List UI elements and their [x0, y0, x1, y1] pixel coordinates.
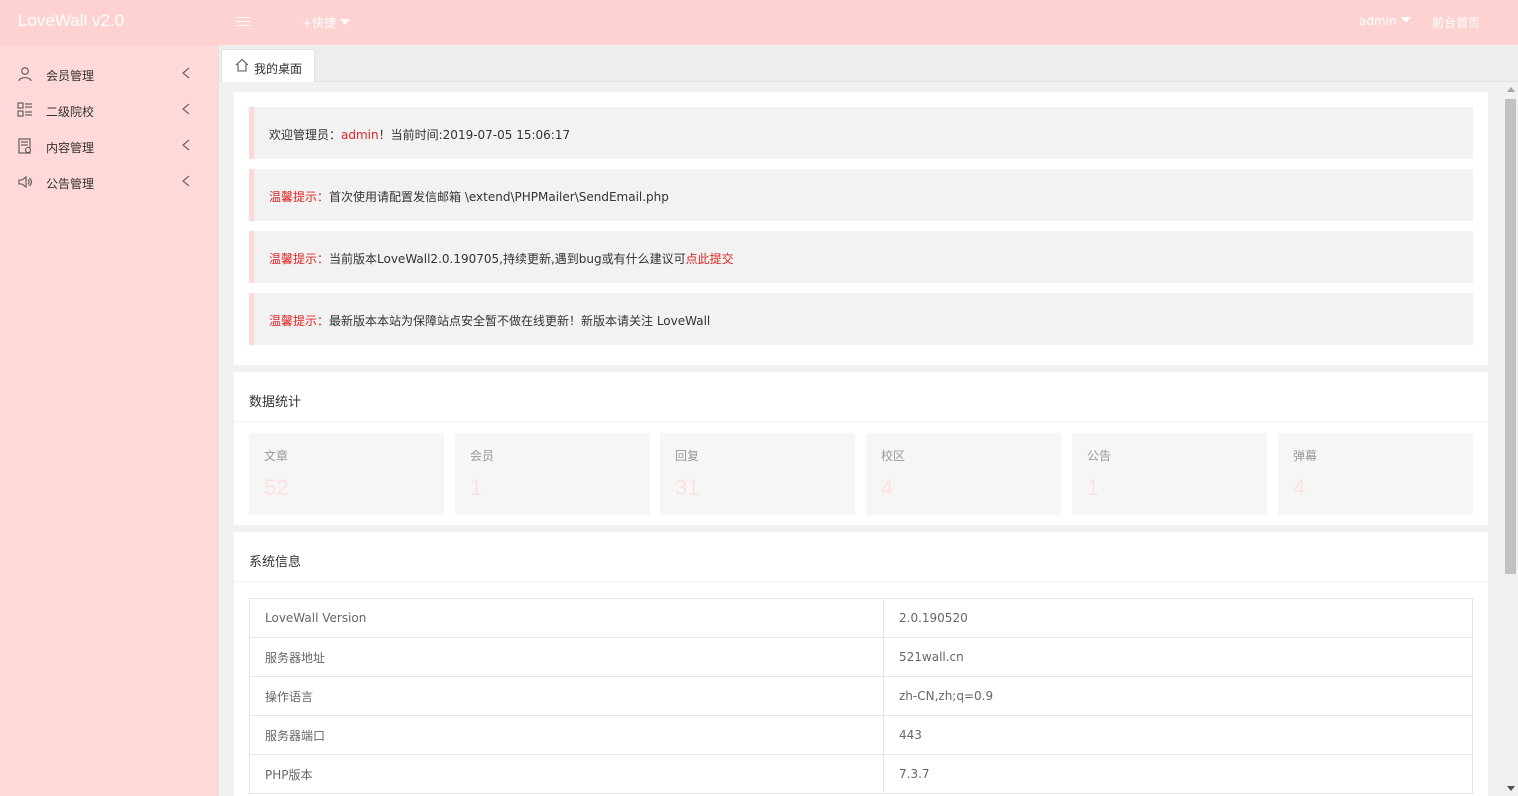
scrollbar-thumb[interactable]: [1505, 99, 1516, 574]
table-key: LoveWall Version: [249, 598, 884, 638]
home-icon: [235, 58, 249, 72]
table-row: 操作语言 zh-CN,zh;q=0.9: [249, 676, 1473, 716]
sidebar-item-members[interactable]: 会员管理: [0, 56, 219, 92]
stat-value: 1: [470, 475, 483, 500]
sidebar-item-content[interactable]: 内容管理: [0, 128, 219, 164]
stat-label: 弹幕: [1293, 449, 1318, 463]
welcome-prefix: 欢迎管理员：: [269, 128, 342, 142]
sidebar-item-label: 公告管理: [46, 177, 95, 191]
stat-label: 会员: [470, 449, 495, 463]
vertical-scrollbar[interactable]: [1503, 82, 1518, 796]
speaker-icon: [18, 175, 32, 189]
chevron-left-icon: [182, 67, 190, 79]
tab-label: 我的桌面: [254, 62, 303, 76]
table-value: 7.3.7: [883, 754, 1473, 794]
table-row: LoveWall Version 2.0.190520: [249, 598, 1473, 638]
stat-tile-announcements[interactable]: 公告 1: [1072, 433, 1267, 515]
tip-body: 最新版本本站为保障站点安全暂不做在线更新！新版本请关注 LoveWall: [329, 314, 711, 328]
tab-my-desktop[interactable]: 我的桌面: [221, 49, 315, 82]
tip-text: 温馨提示：首次使用请配置发信邮箱 \extend\PHPMailer\SendE…: [269, 188, 669, 205]
stat-label: 公告: [1087, 449, 1112, 463]
table-value: 521wall.cn: [883, 637, 1473, 677]
stat-value: 31: [675, 475, 700, 500]
chevron-left-icon: [182, 175, 190, 187]
front-page-link[interactable]: 前台首页: [1432, 14, 1480, 31]
menu-toggle-icon[interactable]: [236, 17, 250, 28]
chevron-down-icon: [1400, 17, 1411, 23]
table-value: zh-CN,zh;q=0.9: [883, 676, 1473, 716]
stat-value: 4: [881, 475, 894, 500]
list-icon: [17, 102, 32, 117]
system-info-card: 系统信息 LoveWall Version 2.0.190520 服务器地址 5…: [234, 532, 1488, 796]
sidebar-item-announcements[interactable]: 公告管理: [0, 164, 219, 200]
welcome-notice: 欢迎管理员：admin！当前时间:2019-07-05 15:06:17: [249, 107, 1473, 159]
stat-tile-replies[interactable]: 回复 31: [660, 433, 855, 515]
stat-value: 52: [264, 475, 289, 500]
welcome-text: 欢迎管理员：admin！当前时间:2019-07-05 15:06:17: [269, 126, 570, 143]
tip-body: 当前版本LoveWall2.0.190705,持续更新,遇到bug或有什么建议可: [329, 252, 686, 266]
stats-title: 数据统计: [249, 395, 302, 410]
table-row: 服务器地址 521wall.cn: [249, 637, 1473, 677]
table-key: 服务器地址: [249, 637, 884, 677]
tip-text: 温馨提示：当前版本LoveWall2.0.190705,持续更新,遇到bug或有…: [269, 250, 734, 267]
system-title: 系统信息: [249, 555, 302, 570]
tip-tag: 温馨提示：: [269, 314, 330, 328]
table-row: 服务器端口 443: [249, 715, 1473, 755]
stat-label: 校区: [881, 449, 906, 463]
app-logo[interactable]: LoveWall v2.0: [18, 11, 124, 31]
sidebar: 会员管理 二级院校 内容管理 公告管理: [0, 45, 219, 796]
system-info-table: LoveWall Version 2.0.190520 服务器地址 521wal…: [249, 598, 1473, 794]
admin-menu-label: admin: [1359, 14, 1397, 28]
chevron-left-icon: [182, 139, 190, 151]
notice-card: 欢迎管理员：admin！当前时间:2019-07-05 15:06:17 温馨提…: [234, 92, 1488, 365]
scroll-down-icon[interactable]: [1507, 786, 1515, 791]
admin-menu[interactable]: admin: [1359, 14, 1411, 28]
table-value: 2.0.190520: [883, 598, 1473, 638]
top-header: LoveWall v2.0 +快捷 admin 前台首页: [0, 0, 1518, 45]
tip-text: 温馨提示：最新版本本站为保障站点安全暂不做在线更新！新版本请关注 LoveWal…: [269, 312, 710, 329]
table-key: 操作语言: [249, 676, 884, 716]
welcome-user: admin: [341, 128, 379, 142]
chevron-down-icon: [340, 19, 351, 25]
tip-notice: 温馨提示：最新版本本站为保障站点安全暂不做在线更新！新版本请关注 LoveWal…: [249, 293, 1473, 345]
quick-menu-label: +快捷: [302, 16, 337, 30]
system-card-header: 系统信息: [234, 532, 1488, 582]
sidebar-item-label: 内容管理: [46, 141, 95, 155]
stats-card-header: 数据统计: [234, 372, 1488, 422]
stat-value: 1: [1087, 475, 1100, 500]
table-row: PHP版本 7.3.7: [249, 754, 1473, 794]
stat-tile-articles[interactable]: 文章 52: [249, 433, 444, 515]
stat-tile-danmaku[interactable]: 弹幕 4: [1278, 433, 1473, 515]
welcome-suffix: ！当前时间:2019-07-05 15:06:17: [378, 128, 571, 142]
main-content: 欢迎管理员：admin！当前时间:2019-07-05 15:06:17 温馨提…: [219, 82, 1503, 796]
stat-tile-members[interactable]: 会员 1: [455, 433, 650, 515]
content-icon: [18, 138, 32, 154]
submit-feedback-link[interactable]: 点此提交: [686, 252, 734, 266]
stat-label: 回复: [675, 449, 700, 463]
tip-notice: 温馨提示：当前版本LoveWall2.0.190705,持续更新,遇到bug或有…: [249, 231, 1473, 283]
tab-bar: 我的桌面: [219, 45, 1518, 82]
quick-menu[interactable]: +快捷: [302, 14, 351, 31]
stats-card: 数据统计 文章 52 会员 1 回复 31 校区 4 公告 1 弹幕 4: [234, 372, 1488, 525]
stat-value: 4: [1293, 475, 1306, 500]
stat-tile-campuses[interactable]: 校区 4: [866, 433, 1061, 515]
tip-tag: 温馨提示：: [269, 252, 330, 266]
stat-label: 文章: [264, 449, 289, 463]
tip-body: 首次使用请配置发信邮箱 \extend\PHPMailer\SendEmail.…: [329, 190, 669, 204]
sidebar-item-colleges[interactable]: 二级院校: [0, 92, 219, 128]
user-icon: [18, 67, 32, 82]
tip-notice: 温馨提示：首次使用请配置发信邮箱 \extend\PHPMailer\SendE…: [249, 169, 1473, 221]
table-key: PHP版本: [249, 754, 884, 794]
sidebar-item-label: 会员管理: [46, 69, 95, 83]
sidebar-item-label: 二级院校: [46, 105, 95, 119]
table-key: 服务器端口: [249, 715, 884, 755]
table-value: 443: [883, 715, 1473, 755]
tip-tag: 温馨提示：: [269, 190, 330, 204]
scroll-up-icon[interactable]: [1507, 87, 1515, 92]
chevron-left-icon: [182, 103, 190, 115]
